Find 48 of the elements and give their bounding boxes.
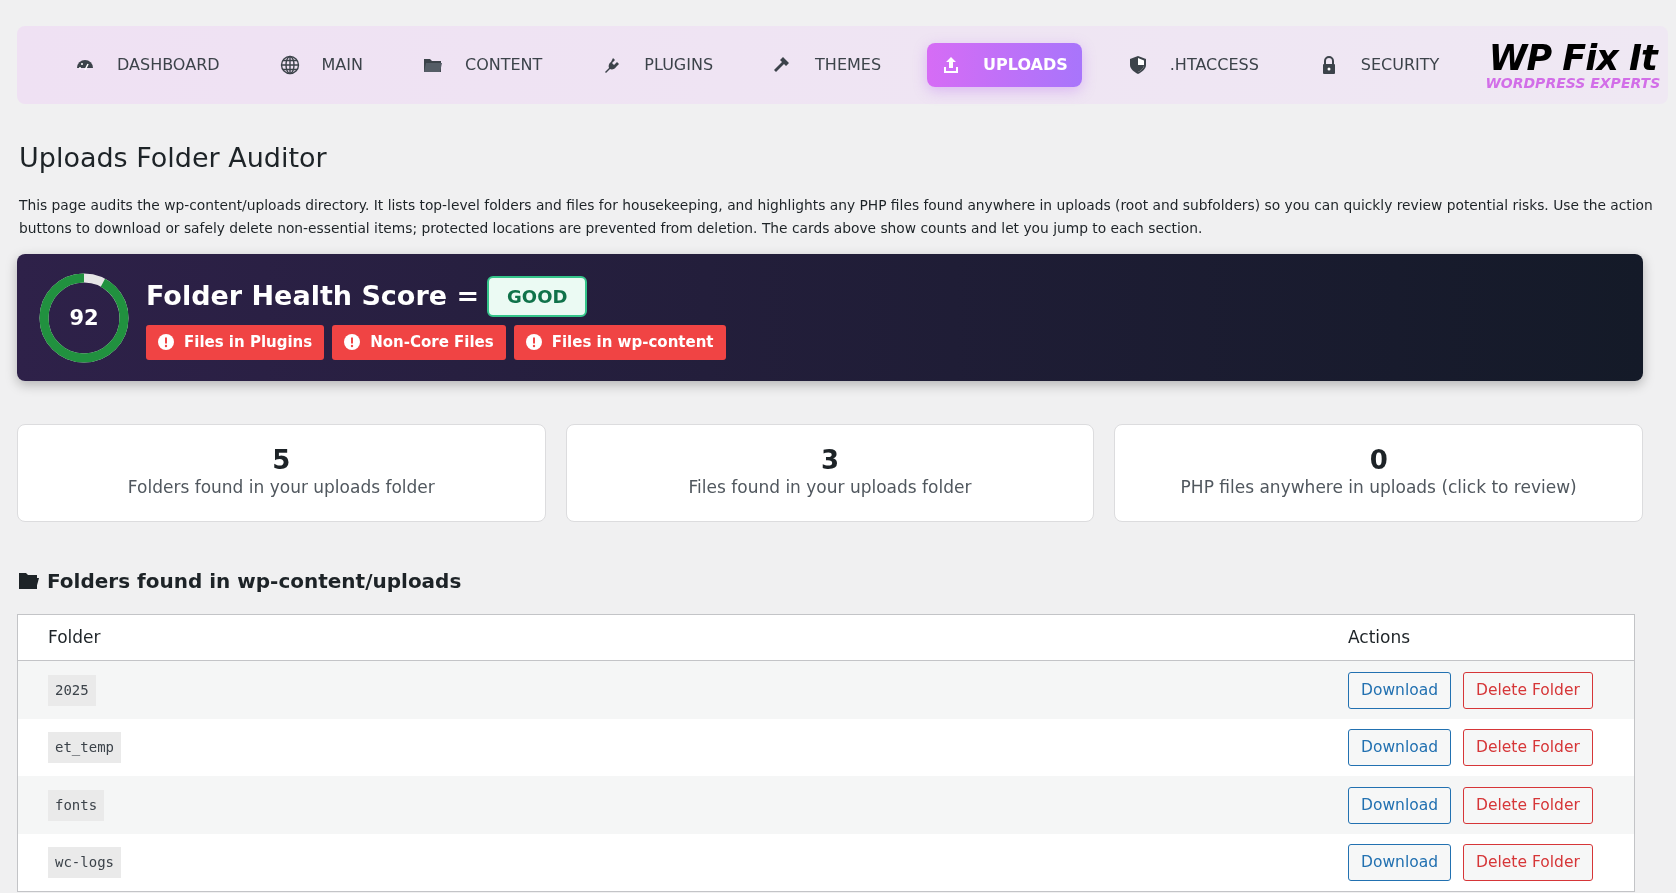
delete-button[interactable]: Delete Folder (1463, 729, 1593, 767)
nav-tab[interactable]: PLUGINS (588, 43, 728, 87)
alert-badge[interactable]: Files in wp-content (513, 325, 726, 360)
alert-icon (525, 334, 542, 351)
globe-icon (279, 55, 300, 75)
alert-badge[interactable]: Files in Plugins (146, 325, 325, 360)
folder-name: et_temp (48, 732, 121, 764)
download-button[interactable]: Download (1348, 844, 1452, 882)
alert-badge[interactable]: Non-Core Files (332, 325, 506, 360)
folder-name: fonts (48, 789, 105, 821)
delete-button[interactable]: Delete Folder (1463, 844, 1593, 882)
download-button[interactable]: Download (1348, 786, 1452, 824)
stat-card[interactable]: 5 Folders found in your uploads folder (17, 424, 546, 523)
nav-tab[interactable]: THEMES (759, 43, 896, 87)
column-header: Folder (48, 626, 101, 650)
page-description: This page audits the wp-content/uploads directory. It lists top-level folders and files for housekeeping, and highlights any PHP files found anywhere in uploads (root and subfolders) so you can quickly review potential risks. Use the action buttons to download or safely delete non-essential items; protected locations are prevented from deletion. The cards above show counts and let you jump to each section. (19, 196, 1654, 239)
delete-button[interactable]: Delete Folder (1463, 786, 1593, 824)
download-button[interactable]: Download (1348, 671, 1452, 709)
rating-badge: GOOD (487, 276, 588, 318)
stat-count: 5 (272, 446, 291, 475)
section-heading: Folders found in wp-content/uploads (47, 568, 462, 596)
stat-label: Files found in your uploads folder (688, 475, 972, 499)
score-value: 92 (68, 304, 100, 332)
folder-name: 2025 (48, 674, 96, 706)
shield-icon (1127, 55, 1148, 75)
stat-card[interactable]: 0 PHP files anywhere in uploads (click to review) (1114, 424, 1643, 523)
nav-tab[interactable]: MAIN (265, 43, 377, 87)
stat-count: 3 (820, 446, 840, 475)
nav-tab[interactable]: SECURITY (1304, 43, 1454, 87)
folder-name: wc-logs (48, 847, 121, 879)
nav-tab[interactable]: .HTACCESS (1113, 43, 1273, 87)
nav-tab[interactable]: UPLOADS (927, 43, 1082, 87)
stat-count: 0 (1369, 446, 1388, 475)
stat-card[interactable]: 3 Files found in your uploads folder (565, 424, 1095, 523)
download-button[interactable]: Download (1348, 729, 1452, 767)
stat-label: PHP files anywhere in uploads (click to review) (1180, 475, 1577, 499)
alert-icon (344, 334, 361, 351)
delete-button[interactable]: Delete Folder (1463, 671, 1593, 709)
nav-tab[interactable]: CONTENT (409, 43, 557, 87)
health-title: Folder Health Score = (146, 279, 480, 314)
nav-tab[interactable]: DASHBOARD (61, 43, 234, 87)
alert-icon (158, 334, 174, 351)
stat-label: Folders found in your uploads folder (127, 475, 435, 499)
logo-title: WP Fix It (1487, 40, 1660, 76)
logo-subtitle: WORDPRESS EXPERTS (1485, 75, 1661, 90)
page-title: Uploads Folder Auditor (19, 142, 328, 175)
column-header: Actions (1348, 626, 1412, 650)
folder-icon (19, 572, 39, 591)
